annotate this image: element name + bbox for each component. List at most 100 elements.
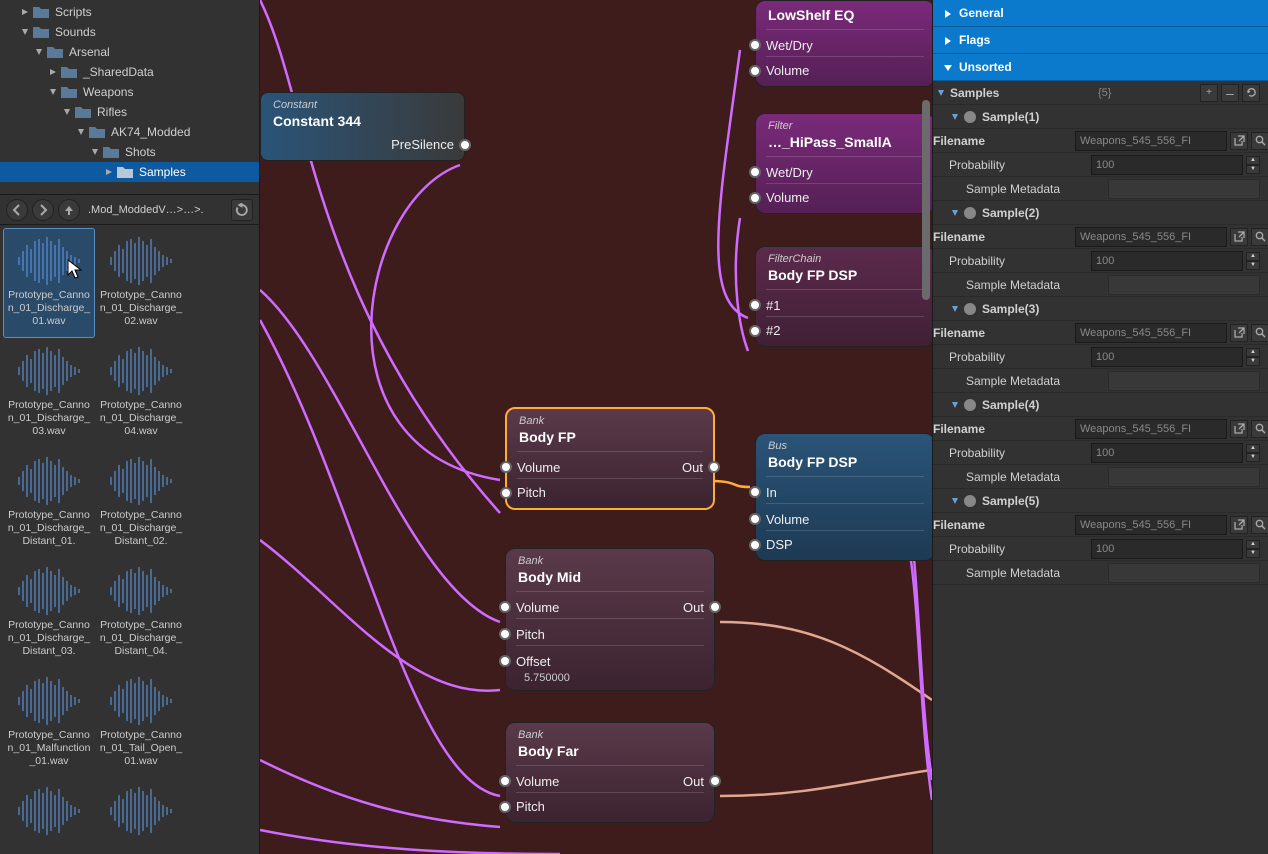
probability-input[interactable] xyxy=(1091,443,1243,463)
output-port[interactable] xyxy=(709,775,721,787)
folder-tree[interactable]: ScriptsSoundsArsenal_SharedDataWeaponsRi… xyxy=(0,0,259,195)
tree-expand-icon[interactable] xyxy=(90,147,100,157)
expand-toggle-icon[interactable] xyxy=(951,304,961,314)
input-port[interactable] xyxy=(499,775,511,787)
node-filterchain[interactable]: FilterChain Body FP DSP #1 #2 xyxy=(755,246,932,347)
nav-forward-button[interactable] xyxy=(32,199,54,221)
stepper[interactable]: ▲▼ xyxy=(1246,444,1260,462)
expand-toggle-icon[interactable] xyxy=(951,112,961,122)
filename-input[interactable] xyxy=(1075,515,1227,535)
node-body-far[interactable]: Bank Body Far Volume Out Pitch xyxy=(505,722,715,823)
probability-input[interactable] xyxy=(1091,155,1243,175)
search-button[interactable] xyxy=(1251,516,1268,534)
asset-item[interactable]: Prototype_Cannon_01_Discharge_01.wav xyxy=(4,229,94,337)
input-port[interactable] xyxy=(749,39,761,51)
open-external-button[interactable] xyxy=(1230,228,1248,246)
node-bus-body-fp-dsp[interactable]: Bus Body FP DSP In Volume DSP xyxy=(755,433,932,561)
tree-item[interactable]: _SharedData xyxy=(0,62,259,82)
node-lowshelf-eq[interactable]: LowShelf EQ Wet/Dry Volume xyxy=(755,0,932,87)
open-external-button[interactable] xyxy=(1230,132,1248,150)
section-unsorted[interactable]: Unsorted xyxy=(933,54,1268,81)
input-port[interactable] xyxy=(499,601,511,613)
node-body-mid[interactable]: Bank Body Mid Volume Out Pitch Offset 5.… xyxy=(505,548,715,691)
input-port[interactable] xyxy=(749,299,761,311)
asset-item[interactable]: Prototype_Cannon_01_Discharge_Distant_04… xyxy=(96,559,186,667)
tree-expand-icon[interactable] xyxy=(62,107,72,117)
filename-input[interactable] xyxy=(1075,227,1227,247)
asset-item[interactable] xyxy=(96,779,186,854)
section-flags[interactable]: Flags xyxy=(933,27,1268,54)
search-button[interactable] xyxy=(1251,228,1268,246)
input-port[interactable] xyxy=(499,801,511,813)
asset-item[interactable]: Prototype_Cannon_01_Discharge_03.wav xyxy=(4,339,94,447)
remove-button[interactable]: ‒ xyxy=(1221,84,1239,102)
metadata-input[interactable] xyxy=(1108,275,1260,295)
search-button[interactable] xyxy=(1251,420,1268,438)
open-external-button[interactable] xyxy=(1230,324,1248,342)
node-body-fp[interactable]: Bank Body FP Volume Out Pitch xyxy=(505,407,715,510)
sample-header[interactable]: Sample(3) xyxy=(933,297,1268,321)
tree-expand-icon[interactable] xyxy=(76,127,86,137)
sample-header[interactable]: Sample(2) xyxy=(933,201,1268,225)
asset-item[interactable]: Prototype_Cannon_01_Discharge_Distant_01… xyxy=(4,449,94,557)
nav-up-button[interactable] xyxy=(58,199,80,221)
refresh-button[interactable] xyxy=(231,199,253,221)
node-hipass-filter[interactable]: Filter …_HiPass_SmallA Wet/Dry Volume xyxy=(755,113,932,214)
tree-expand-icon[interactable] xyxy=(20,7,30,17)
stepper[interactable]: ▲▼ xyxy=(1246,252,1260,270)
open-external-button[interactable] xyxy=(1230,420,1248,438)
input-port[interactable] xyxy=(749,513,761,525)
asset-grid[interactable]: Prototype_Cannon_01_Discharge_01.wav Pro… xyxy=(0,225,259,854)
metadata-input[interactable] xyxy=(1108,563,1260,583)
asset-item[interactable]: Prototype_Cannon_01_Discharge_Distant_02… xyxy=(96,449,186,557)
sample-header[interactable]: Sample(4) xyxy=(933,393,1268,417)
tree-item[interactable]: Shots xyxy=(0,142,259,162)
asset-item[interactable]: Prototype_Cannon_01_Discharge_Distant_03… xyxy=(4,559,94,667)
reset-button[interactable] xyxy=(1242,84,1260,102)
sample-header[interactable]: Sample(1) xyxy=(933,105,1268,129)
tree-item[interactable]: AK74_Modded xyxy=(0,122,259,142)
filename-input[interactable] xyxy=(1075,131,1227,151)
input-port[interactable] xyxy=(749,539,761,551)
metadata-input[interactable] xyxy=(1108,371,1260,391)
tree-item[interactable]: Samples xyxy=(0,162,259,182)
output-port[interactable] xyxy=(709,601,721,613)
metadata-input[interactable] xyxy=(1108,467,1260,487)
tree-expand-icon[interactable] xyxy=(34,47,44,57)
input-port[interactable] xyxy=(749,166,761,178)
sample-header[interactable]: Sample(5) xyxy=(933,489,1268,513)
tree-item[interactable]: Sounds xyxy=(0,22,259,42)
tree-item[interactable]: Weapons xyxy=(0,82,259,102)
probability-input[interactable] xyxy=(1091,539,1243,559)
input-port[interactable] xyxy=(499,628,511,640)
input-port[interactable] xyxy=(749,192,761,204)
asset-item[interactable] xyxy=(4,779,94,854)
tree-item[interactable]: Rifles xyxy=(0,102,259,122)
asset-item[interactable]: Prototype_Cannon_01_Discharge_02.wav xyxy=(96,229,186,337)
asset-item[interactable]: Prototype_Cannon_01_Malfunction_01.wav xyxy=(4,669,94,777)
input-port[interactable] xyxy=(500,487,512,499)
node-constant[interactable]: Constant Constant 344 PreSilence xyxy=(260,92,465,161)
metadata-input[interactable] xyxy=(1108,179,1260,199)
filename-input[interactable] xyxy=(1075,323,1227,343)
input-port[interactable] xyxy=(749,486,761,498)
probability-input[interactable] xyxy=(1091,251,1243,271)
tree-expand-icon[interactable] xyxy=(48,87,58,97)
input-port[interactable] xyxy=(499,655,511,667)
input-port[interactable] xyxy=(749,325,761,337)
graph-scrollbar[interactable] xyxy=(922,100,930,300)
stepper[interactable]: ▲▼ xyxy=(1246,540,1260,558)
output-port[interactable] xyxy=(459,139,471,151)
tree-expand-icon[interactable] xyxy=(20,27,30,37)
filename-input[interactable] xyxy=(1075,419,1227,439)
expand-toggle-icon[interactable] xyxy=(951,208,961,218)
asset-item[interactable]: Prototype_Cannon_01_Tail_Open_01.wav xyxy=(96,669,186,777)
section-general[interactable]: General xyxy=(933,0,1268,27)
stepper[interactable]: ▲▼ xyxy=(1246,156,1260,174)
nav-back-button[interactable] xyxy=(6,199,28,221)
input-port[interactable] xyxy=(500,461,512,473)
asset-item[interactable]: Prototype_Cannon_01_Discharge_04.wav xyxy=(96,339,186,447)
probability-input[interactable] xyxy=(1091,347,1243,367)
add-button[interactable]: + xyxy=(1200,84,1218,102)
tree-item[interactable]: Scripts xyxy=(0,2,259,22)
